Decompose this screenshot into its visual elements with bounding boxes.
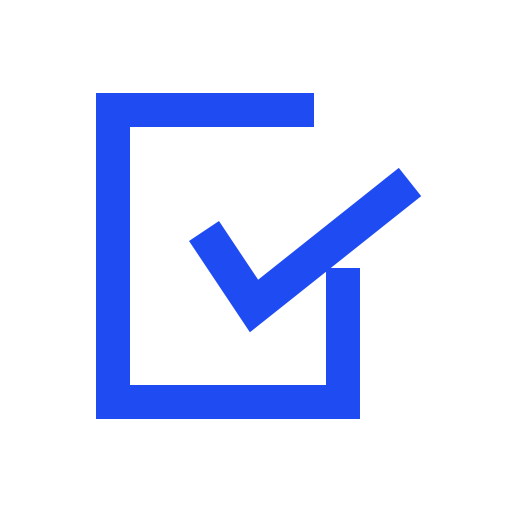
checkmark	[189, 167, 422, 333]
checkbox-checked-icon	[96, 93, 422, 419]
icon-canvas	[0, 0, 512, 512]
